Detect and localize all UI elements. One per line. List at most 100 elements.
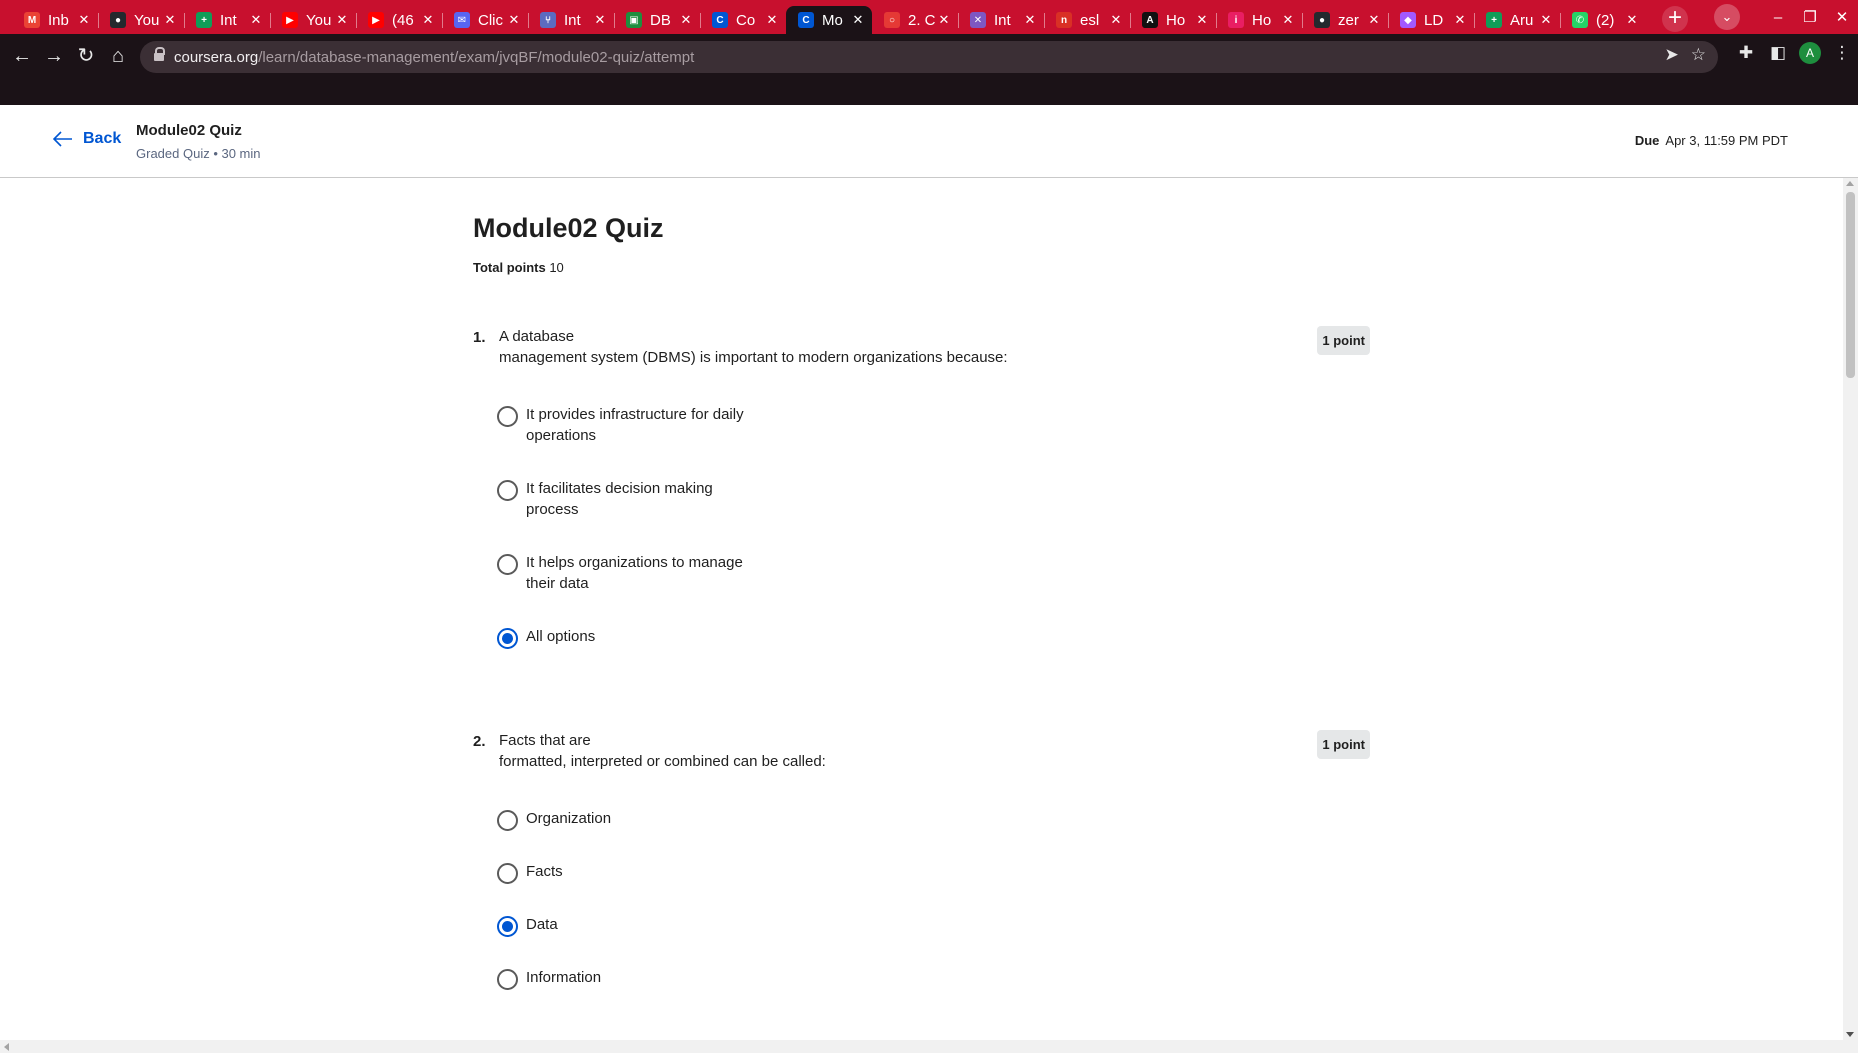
radio-button[interactable]: [497, 916, 518, 937]
option-radio[interactable]: Information: [497, 967, 797, 990]
radio-button[interactable]: [497, 628, 518, 649]
tab-search-icon[interactable]: ⌄: [1714, 4, 1740, 30]
browser-tab[interactable]: M Inb ✕: [12, 6, 98, 34]
radio-button[interactable]: [497, 863, 518, 884]
radio-button[interactable]: [497, 969, 518, 990]
browser-tab[interactable]: ✉ Clic ✕: [442, 6, 528, 34]
send-icon[interactable]: ➤: [1665, 45, 1679, 65]
tab-close-icon[interactable]: ✕: [851, 12, 865, 28]
tab-close-icon[interactable]: ✕: [765, 12, 779, 28]
scroll-left-icon[interactable]: [4, 1043, 9, 1051]
forward-arrow-icon[interactable]: →: [40, 42, 68, 70]
radio-button[interactable]: [497, 554, 518, 575]
restore-icon[interactable]: ❐: [1794, 8, 1826, 26]
minimize-icon[interactable]: –: [1762, 9, 1794, 26]
new-tab-icon[interactable]: +: [1662, 6, 1688, 32]
tab-close-icon[interactable]: ✕: [1023, 12, 1037, 28]
browser-tab[interactable]: ✆ (2) ✕: [1560, 6, 1646, 34]
total-points: Total points 10: [473, 260, 564, 275]
tab-title: Int: [994, 11, 1011, 29]
browser-tab[interactable]: ▶ You ✕: [270, 6, 356, 34]
classroom-icon: ▣: [626, 12, 642, 28]
header-subtitle: Graded Quiz • 30 min: [136, 146, 261, 161]
tab-close-icon[interactable]: ✕: [249, 12, 263, 28]
tab-title: Ho: [1166, 11, 1186, 29]
tab-close-icon[interactable]: ✕: [1453, 12, 1467, 28]
radio-button[interactable]: [497, 480, 518, 501]
reload-icon[interactable]: ↻: [72, 42, 100, 70]
option-radio[interactable]: Data: [497, 914, 797, 937]
option-radio[interactable]: Organization: [497, 808, 797, 831]
tab-close-icon[interactable]: ✕: [1195, 12, 1209, 28]
option-radio[interactable]: It facilitates decision making process: [497, 478, 797, 520]
tab-title: You: [306, 11, 332, 29]
option-radio[interactable]: It provides infrastructure for daily ope…: [497, 404, 797, 446]
tab-close-icon[interactable]: ✕: [937, 12, 951, 28]
browser-tab[interactable]: ✕ Int ✕: [958, 6, 1044, 34]
tab-close-icon[interactable]: ✕: [163, 12, 177, 28]
browser-tab[interactable]: A Ho ✕: [1130, 6, 1216, 34]
tab-title: Inb: [48, 11, 69, 29]
browser-tab[interactable]: ▶ (46 ✕: [356, 6, 442, 34]
tab-close-icon[interactable]: ✕: [1625, 12, 1639, 28]
radio-button[interactable]: [497, 406, 518, 427]
browser-tab[interactable]: C Co ✕: [700, 6, 786, 34]
tab-close-icon[interactable]: ✕: [335, 12, 349, 28]
tab-close-icon[interactable]: ✕: [1539, 12, 1553, 28]
browser-tab[interactable]: i Ho ✕: [1216, 6, 1302, 34]
menu-kebab-icon[interactable]: ⋮: [1826, 43, 1858, 63]
info-icon: i: [1228, 12, 1244, 28]
browser-tab[interactable]: ▣ DB ✕: [614, 6, 700, 34]
radio-button[interactable]: [497, 810, 518, 831]
vertical-scrollbar[interactable]: [1843, 178, 1858, 1040]
tab-close-icon[interactable]: ✕: [593, 12, 607, 28]
option-radio[interactable]: It helps organizations to manage their d…: [497, 552, 797, 594]
question-text: A database management system (DBMS) is i…: [499, 326, 1099, 368]
extensions-icon[interactable]: ✚: [1730, 43, 1762, 63]
points-badge: 1 point: [1317, 326, 1370, 355]
sheets-icon: +: [196, 12, 212, 28]
option-radio[interactable]: All options: [497, 626, 797, 649]
side-panel-icon[interactable]: ◧: [1762, 43, 1794, 63]
option-radio[interactable]: Facts: [497, 861, 797, 884]
back-button[interactable]: Back: [53, 130, 121, 148]
tab-title: Aru: [1510, 11, 1534, 29]
address-bar[interactable]: coursera.org/learn/database-management/e…: [140, 41, 1718, 73]
tab-close-icon[interactable]: ✕: [1109, 12, 1123, 28]
scrollbar-thumb[interactable]: [1846, 192, 1855, 378]
tab-close-icon[interactable]: ✕: [1281, 12, 1295, 28]
tab-close-icon[interactable]: ✕: [421, 12, 435, 28]
profile-avatar[interactable]: A: [1799, 42, 1821, 64]
scroll-down-icon[interactable]: [1846, 1032, 1854, 1037]
gmail-icon: M: [24, 12, 40, 28]
tab-close-icon[interactable]: ✕: [507, 12, 521, 28]
browser-tab[interactable]: ● You ✕: [98, 6, 184, 34]
browser-tab[interactable]: ● zer ✕: [1302, 6, 1388, 34]
github-icon: ●: [110, 12, 126, 28]
coursera-icon: C: [712, 12, 728, 28]
option-label: Facts: [526, 863, 563, 880]
tab-title: Clic: [478, 11, 503, 29]
question-text-line: management system (DBMS) is important to…: [499, 349, 1008, 366]
tab-close-icon[interactable]: ✕: [1367, 12, 1381, 28]
bookmark-star-icon[interactable]: ☆: [1691, 45, 1706, 65]
browser-tab[interactable]: + Aru ✕: [1474, 6, 1560, 34]
youtube-alt-icon: ○: [884, 12, 900, 28]
browser-tab[interactable]: ⑂ Int ✕: [528, 6, 614, 34]
browser-tab[interactable]: ○ 2. C ✕: [872, 6, 958, 34]
back-arrow-icon[interactable]: ←: [8, 42, 36, 70]
window-controls: ⌄ – ❐ ✕: [1714, 0, 1858, 34]
tab-close-icon[interactable]: ✕: [77, 12, 91, 28]
horizontal-scrollbar[interactable]: [0, 1040, 1858, 1053]
tab-close-icon[interactable]: ✕: [679, 12, 693, 28]
browser-tab[interactable]: C Mo ✕: [786, 6, 872, 34]
close-window-icon[interactable]: ✕: [1826, 8, 1858, 26]
scroll-up-icon[interactable]: [1846, 181, 1854, 186]
browser-tab[interactable]: + Int ✕: [184, 6, 270, 34]
browser-tab[interactable]: ◆ LD ✕: [1388, 6, 1474, 34]
tab-title: LD: [1424, 11, 1444, 29]
home-icon[interactable]: ⌂: [104, 42, 132, 70]
chat-icon: ✉: [454, 12, 470, 28]
quiz-header: Back Module02 Quiz Graded Quiz • 30 min …: [0, 105, 1858, 178]
browser-tab[interactable]: n esl ✕: [1044, 6, 1130, 34]
